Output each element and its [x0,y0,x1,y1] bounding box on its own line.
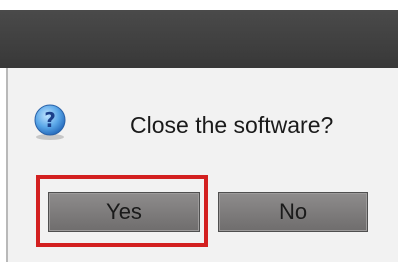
question-icon: ? [34,104,66,140]
svg-text:?: ? [44,108,56,132]
dialog-message: Close the software? [130,112,334,138]
yes-button[interactable]: Yes [48,192,200,232]
no-button[interactable]: No [218,192,368,232]
dialog-title-bar[interactable] [0,10,398,68]
dialog-body: ? Close the software? Yes No [6,68,398,262]
